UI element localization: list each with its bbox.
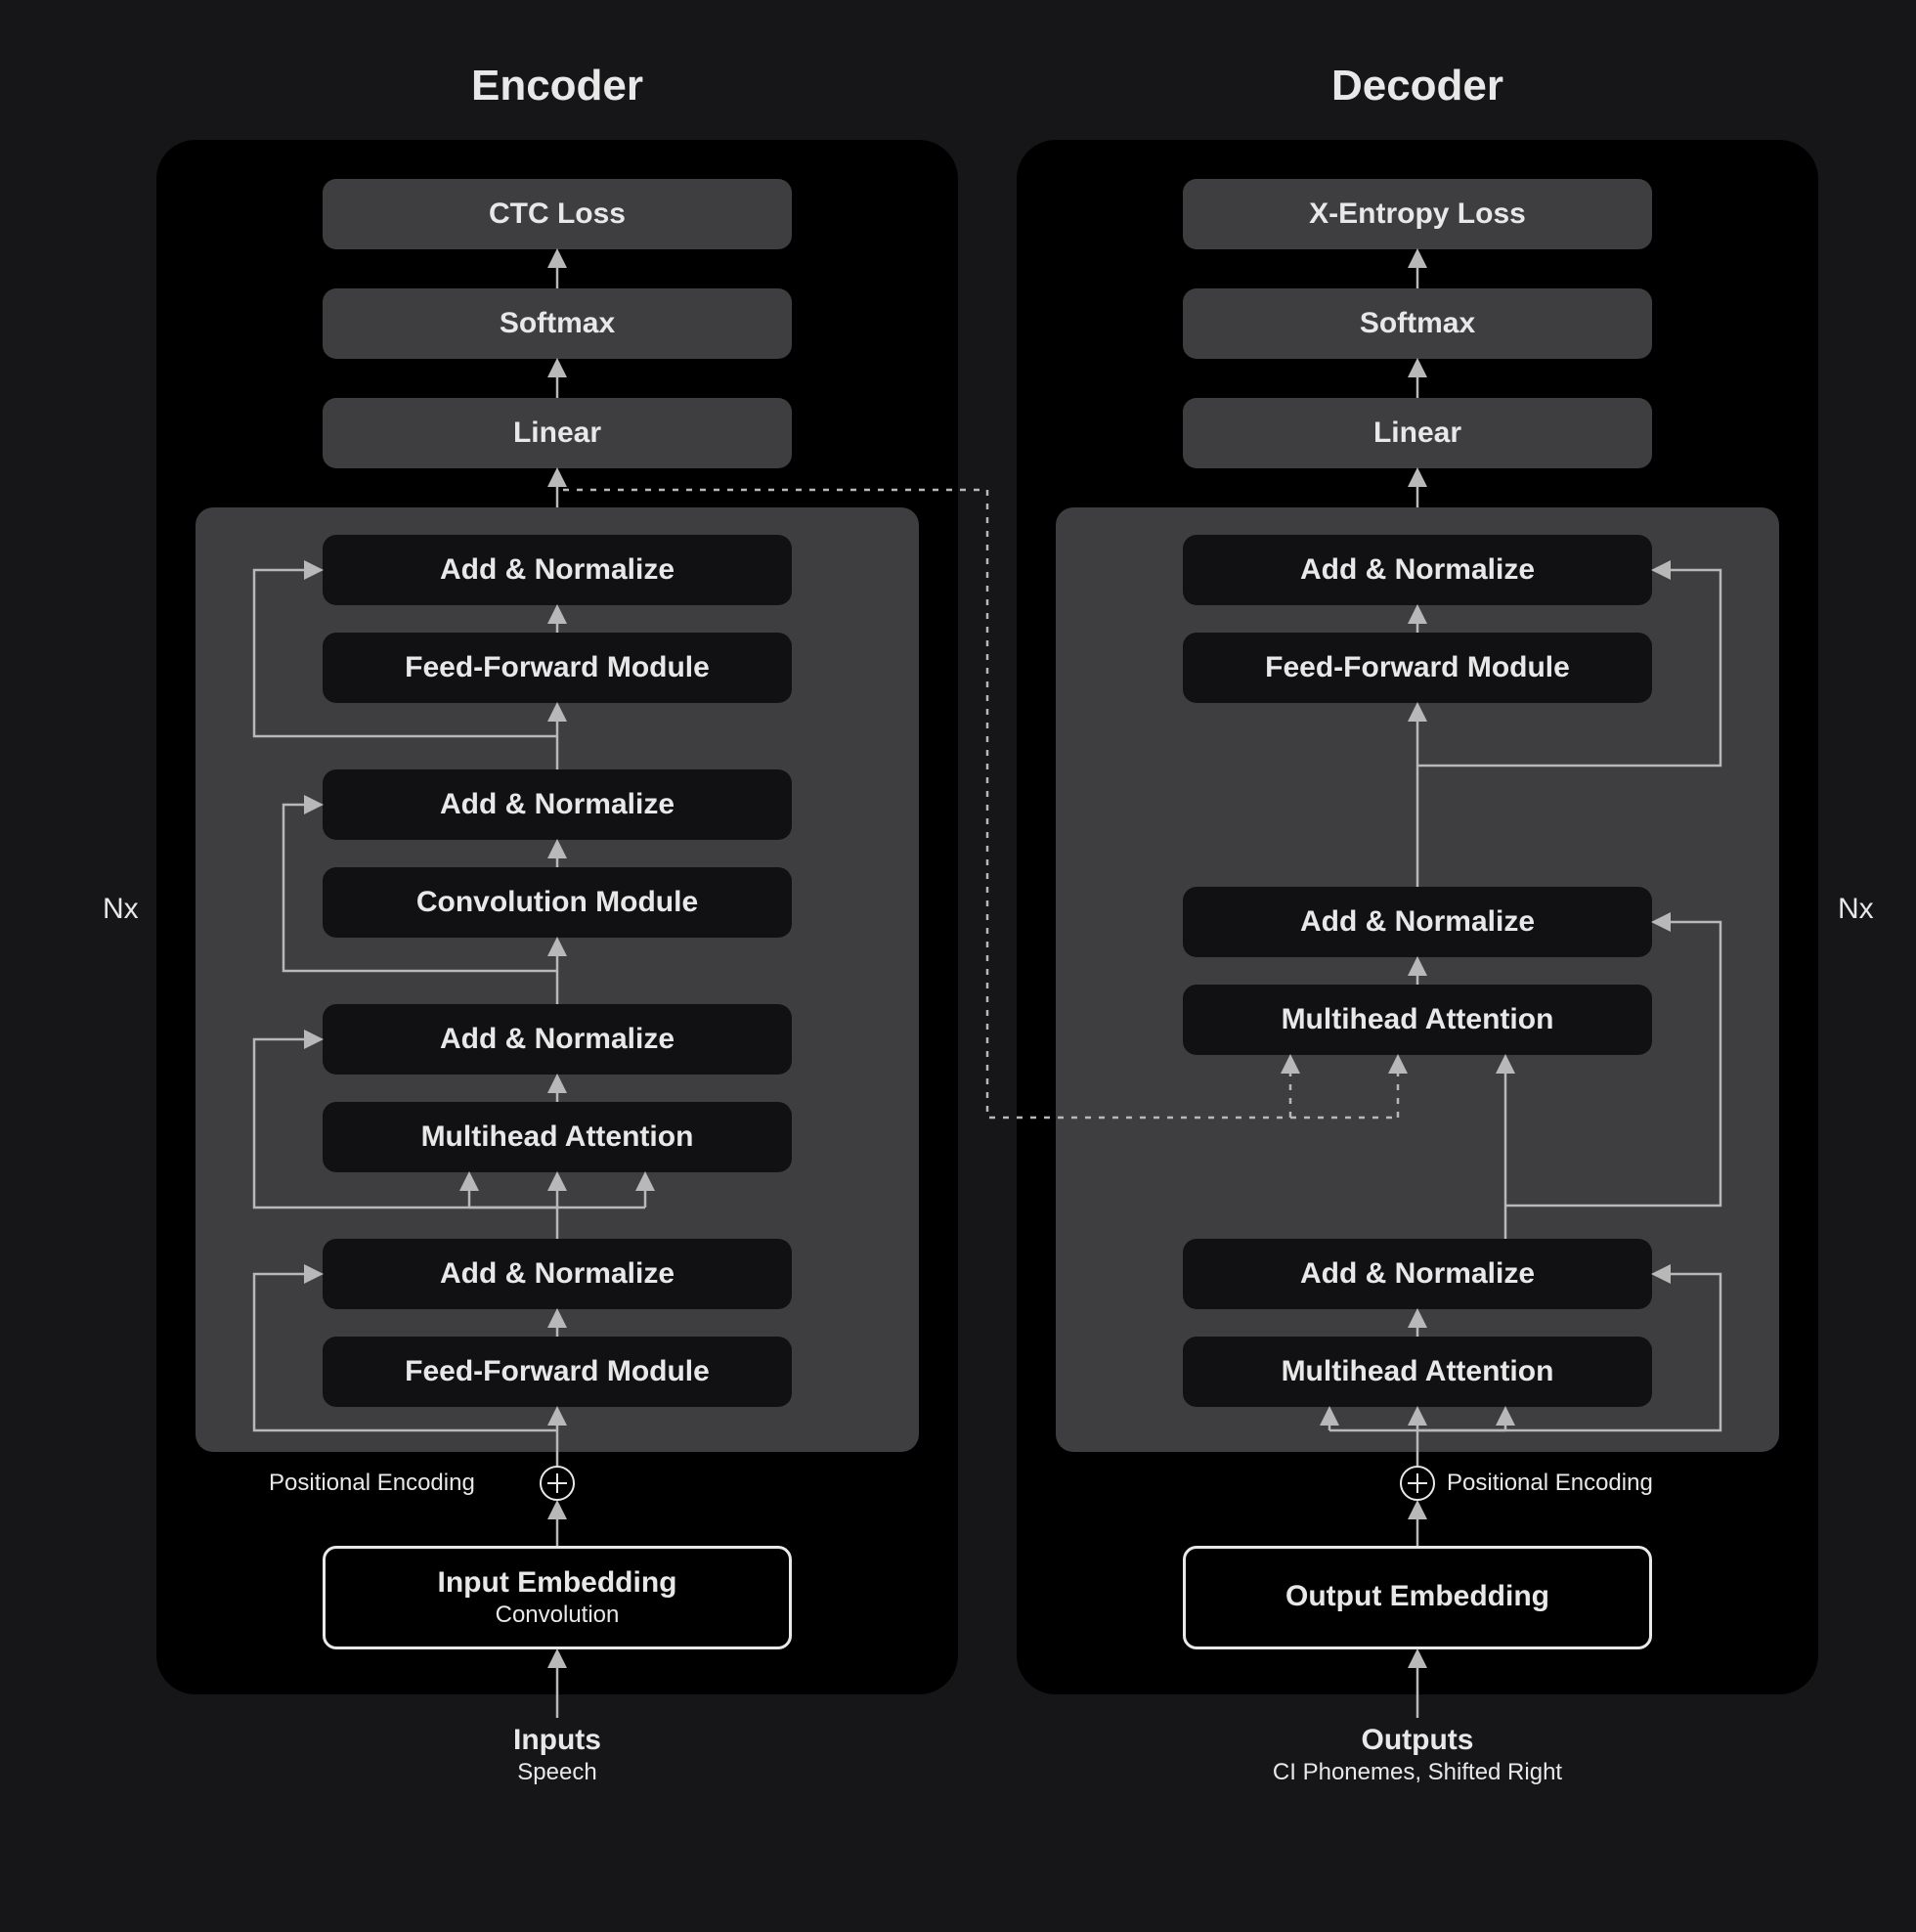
enc-addnorm-4: Add & Normalize xyxy=(323,1239,792,1309)
encoder-pe-label: Positional Encoding xyxy=(269,1470,475,1497)
encoder-embedding: Input Embedding Convolution xyxy=(323,1546,792,1649)
decoder-pe-label: Positional Encoding xyxy=(1447,1470,1653,1497)
encoder-softmax: Softmax xyxy=(323,288,792,359)
dec-self-mha: Multihead Attention xyxy=(1183,1337,1652,1407)
enc-ff-2: Feed-Forward Module xyxy=(323,1337,792,1407)
dec-ff: Feed-Forward Module xyxy=(1183,633,1652,703)
encoder-linear: Linear xyxy=(323,398,792,468)
dec-addnorm-1: Add & Normalize xyxy=(1183,535,1652,605)
decoder-title: Decoder xyxy=(1017,62,1818,110)
encoder-embedding-title: Input Embedding xyxy=(438,1566,677,1600)
dec-addnorm-2: Add & Normalize xyxy=(1183,887,1652,957)
enc-addnorm-3: Add & Normalize xyxy=(323,1004,792,1075)
decoder-softmax: Softmax xyxy=(1183,288,1652,359)
enc-mha: Multihead Attention xyxy=(323,1102,792,1172)
decoder-embedding-title: Output Embedding xyxy=(1285,1580,1549,1613)
encoder-embedding-sub: Convolution xyxy=(496,1602,620,1629)
encoder-ctc-loss: CTC Loss xyxy=(323,179,792,249)
decoder-output-label: Outputs CI Phonemes, Shifted Right xyxy=(1105,1724,1730,1786)
encoder-nx-label: Nx xyxy=(103,893,139,926)
decoder-pe-add-icon xyxy=(1400,1466,1435,1501)
enc-ff-1: Feed-Forward Module xyxy=(323,633,792,703)
encoder-input-label: Inputs Speech xyxy=(323,1724,792,1786)
encoder-input-sub: Speech xyxy=(323,1759,792,1786)
dec-addnorm-3: Add & Normalize xyxy=(1183,1239,1652,1309)
encoder-pe-add-icon xyxy=(540,1466,575,1501)
encoder-input-title: Inputs xyxy=(323,1724,792,1757)
decoder-output-sub: CI Phonemes, Shifted Right xyxy=(1105,1759,1730,1786)
enc-conv: Convolution Module xyxy=(323,867,792,938)
decoder-nx-label: Nx xyxy=(1838,893,1874,926)
enc-addnorm-2: Add & Normalize xyxy=(323,769,792,840)
decoder-output-title: Outputs xyxy=(1105,1724,1730,1757)
decoder-linear: Linear xyxy=(1183,398,1652,468)
decoder-embedding: Output Embedding xyxy=(1183,1546,1652,1649)
decoder-xent-loss: X-Entropy Loss xyxy=(1183,179,1652,249)
dec-cross-mha: Multihead Attention xyxy=(1183,985,1652,1055)
architecture-diagram: Encoder Decoder Nx Nx CTC Loss Softmax L… xyxy=(59,62,1857,1870)
enc-addnorm-1: Add & Normalize xyxy=(323,535,792,605)
encoder-title: Encoder xyxy=(156,62,958,110)
